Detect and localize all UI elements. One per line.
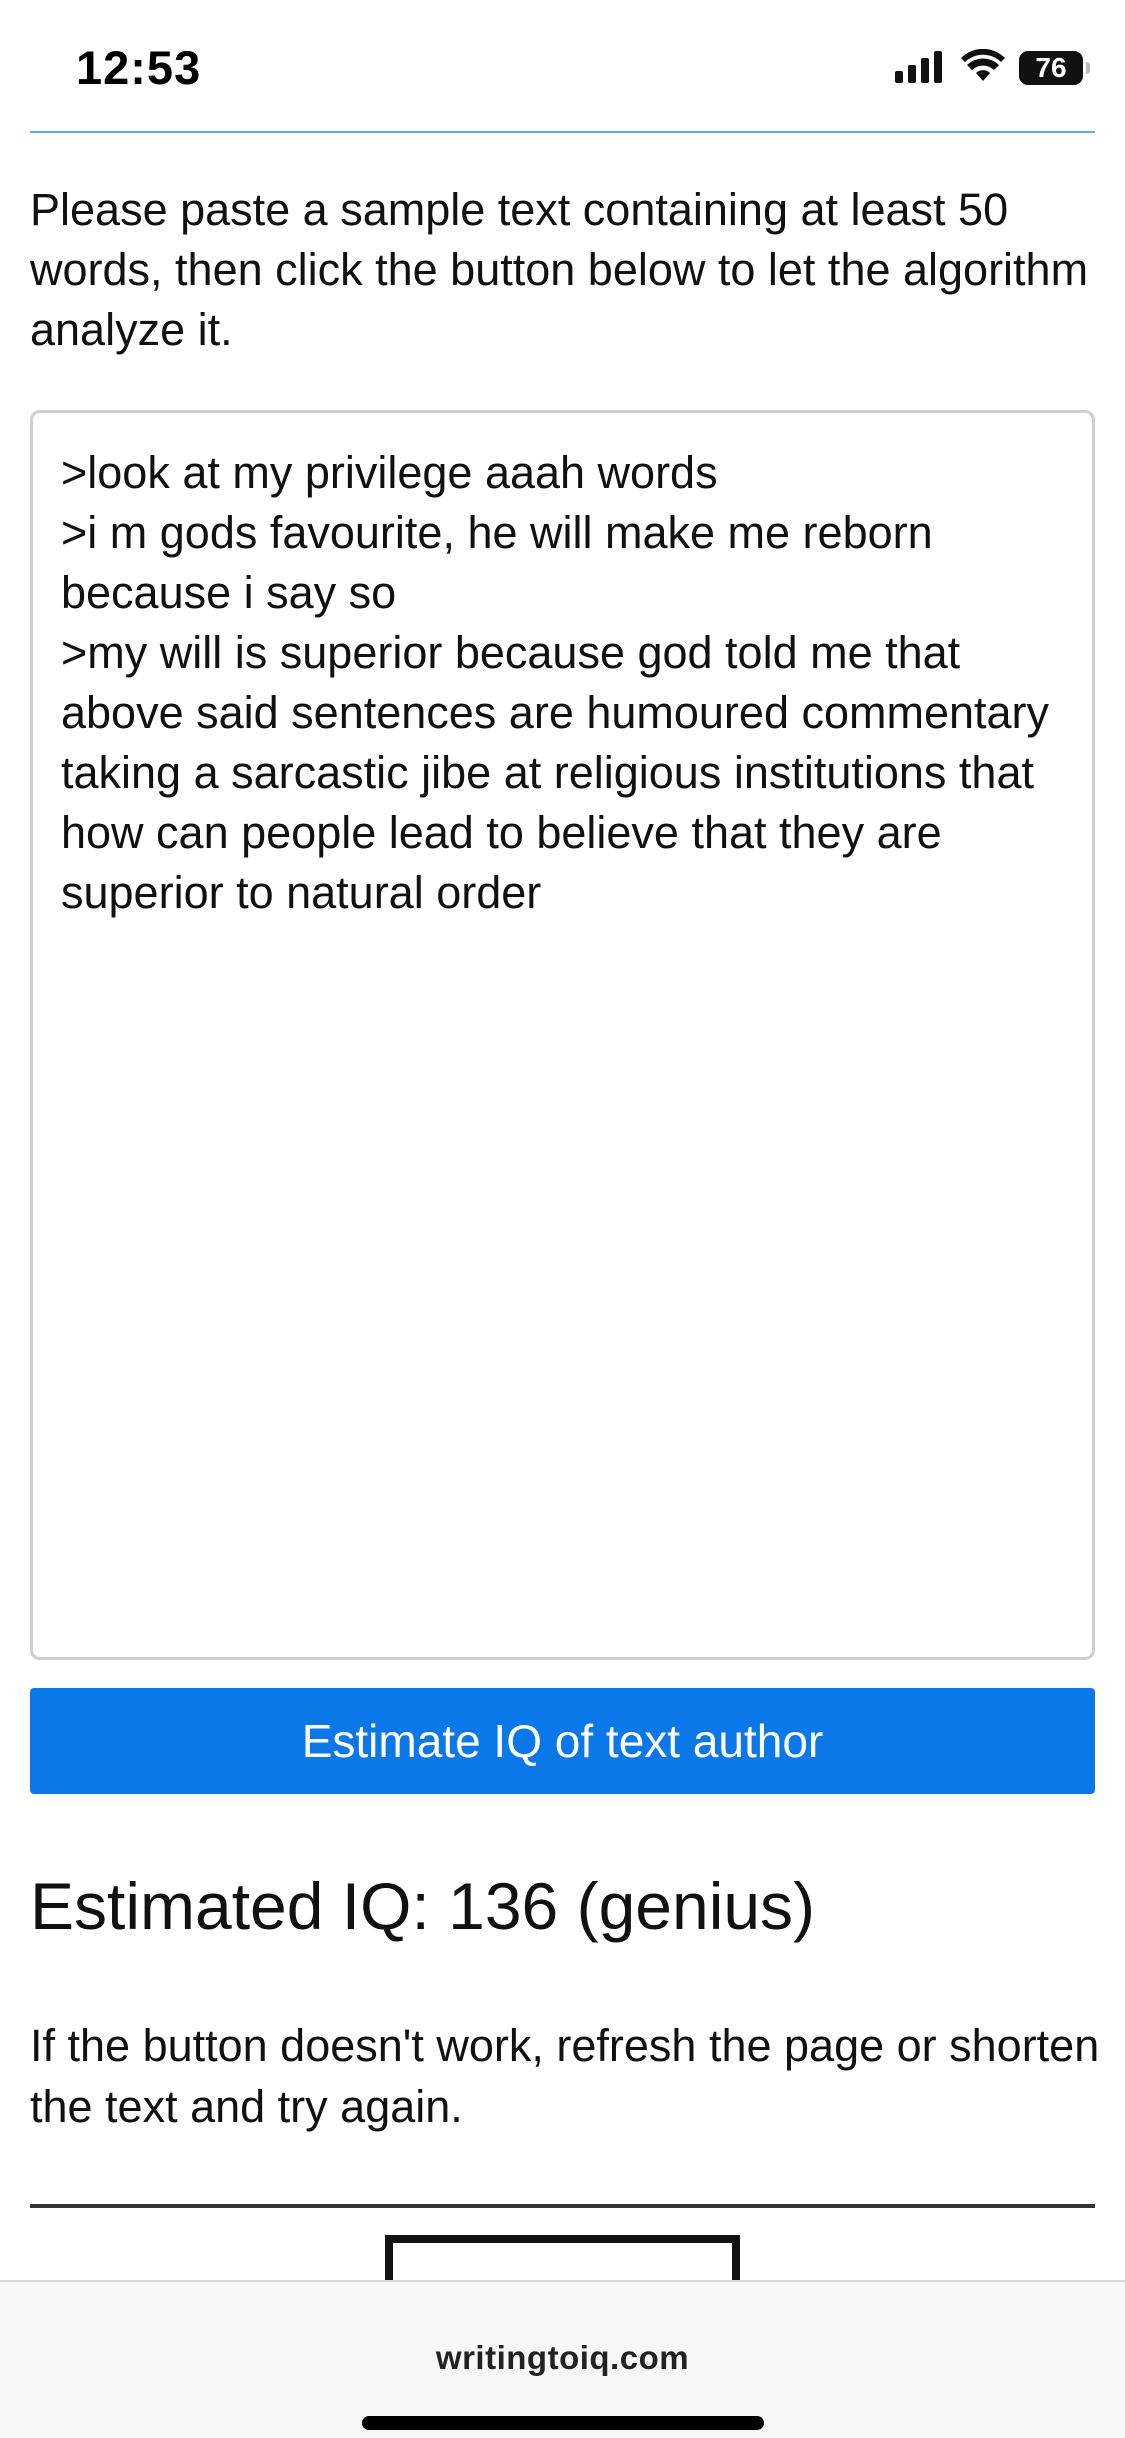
browser-address-bar[interactable]: writingtoiq.com	[0, 2280, 1125, 2438]
home-indicator[interactable]	[362, 2416, 764, 2430]
estimate-iq-button[interactable]: Estimate IQ of text author	[30, 1688, 1095, 1794]
top-divider	[30, 131, 1095, 133]
iq-result: Estimated IQ: 136 (genius)	[30, 1869, 816, 1943]
help-text: If the button doesn't work, refresh the …	[30, 2020, 1100, 2132]
status-icons: 76	[895, 48, 1090, 88]
sample-text-input[interactable]: >look at my privilege aaah words >i m go…	[30, 410, 1095, 1660]
status-time: 12:53	[76, 41, 202, 94]
battery-tip	[1086, 62, 1090, 74]
status-bar: 12:53 76	[0, 0, 1125, 130]
battery-level: 76	[1035, 52, 1067, 83]
wifi-icon	[961, 48, 1005, 88]
battery-icon: 76	[1019, 51, 1090, 85]
url-label[interactable]: writingtoiq.com	[0, 2339, 1125, 2377]
instructions-text: Please paste a sample text containing at…	[30, 184, 1089, 355]
bottom-divider	[30, 2204, 1095, 2208]
signal-icon	[895, 49, 947, 88]
